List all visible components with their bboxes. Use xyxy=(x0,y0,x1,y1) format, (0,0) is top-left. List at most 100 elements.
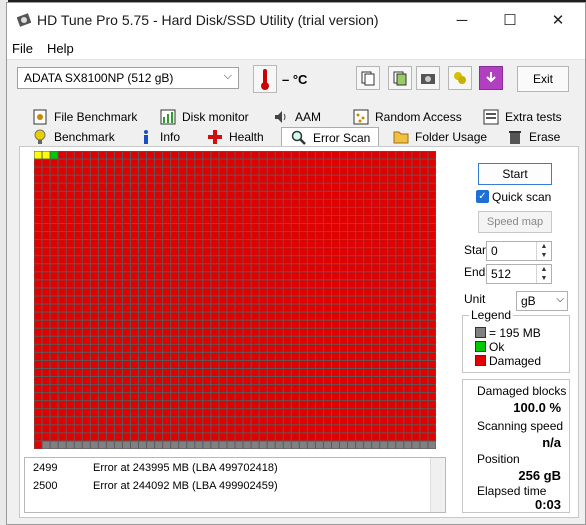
scan-block xyxy=(114,256,122,264)
scan-block xyxy=(243,248,251,256)
scan-block xyxy=(315,151,323,159)
scan-block xyxy=(42,256,50,264)
scan-block xyxy=(235,240,243,248)
close-button[interactable]: ✕ xyxy=(535,3,581,37)
scan-block xyxy=(259,232,267,240)
scan-block xyxy=(58,240,66,248)
scan-block xyxy=(275,183,283,191)
scan-block xyxy=(396,151,404,159)
scan-block xyxy=(211,320,219,328)
minimize-button[interactable]: ─ xyxy=(439,3,485,37)
scan-block xyxy=(50,360,58,368)
scan-block xyxy=(420,280,428,288)
scan-block xyxy=(66,425,74,433)
scan-block xyxy=(139,360,147,368)
end-field[interactable]: 512 ▲ ▼ xyxy=(486,264,552,284)
copy-screenshot-button[interactable] xyxy=(388,66,412,90)
scan-block xyxy=(235,360,243,368)
copy-info-button[interactable] xyxy=(356,66,380,90)
error-log-list[interactable]: 2499 Error at 243995 MB (LBA 499702418) … xyxy=(24,457,446,513)
scan-block xyxy=(155,183,163,191)
scan-block xyxy=(106,183,114,191)
drive-select[interactable]: ADATA SX8100NP (512 gB) ⌵ xyxy=(17,67,239,89)
scan-block xyxy=(114,352,122,360)
start-field[interactable]: 0 ▲ ▼ xyxy=(486,241,552,261)
scan-block xyxy=(267,352,275,360)
exit-button[interactable]: Exit xyxy=(517,66,569,92)
scan-block xyxy=(364,360,372,368)
scan-block xyxy=(372,304,380,312)
tab-health[interactable]: Health xyxy=(207,127,264,147)
tab-disk-monitor[interactable]: Disk monitor xyxy=(160,107,249,127)
scan-block xyxy=(211,256,219,264)
scan-block xyxy=(187,360,195,368)
scan-block xyxy=(42,360,50,368)
scan-block xyxy=(299,336,307,344)
scan-block xyxy=(155,207,163,215)
scan-block xyxy=(275,248,283,256)
scan-block xyxy=(187,320,195,328)
scan-block xyxy=(364,151,372,159)
scan-block xyxy=(380,433,388,441)
spin-arrows-icon[interactable]: ▲ ▼ xyxy=(536,242,551,260)
tab-aam[interactable]: AAM xyxy=(273,107,321,127)
scan-block xyxy=(428,360,436,368)
scan-block xyxy=(307,256,315,264)
scan-block xyxy=(98,344,106,352)
scan-block xyxy=(307,417,315,425)
save-button[interactable] xyxy=(479,66,503,90)
screenshot-button[interactable] xyxy=(416,66,440,90)
tab-info[interactable]: Info xyxy=(138,127,180,147)
scan-block xyxy=(275,385,283,393)
scan-block xyxy=(195,223,203,232)
scan-block xyxy=(283,248,291,256)
scan-block xyxy=(372,248,380,256)
menu-file[interactable]: File xyxy=(12,41,33,56)
scan-block xyxy=(227,256,235,264)
menu-help[interactable]: Help xyxy=(47,41,74,56)
maximize-button[interactable]: ☐ xyxy=(487,3,533,37)
scan-block xyxy=(291,215,299,223)
start-button[interactable]: Start xyxy=(478,163,552,185)
scan-block xyxy=(171,159,179,167)
tab-extra-tests[interactable]: Extra tests xyxy=(483,107,562,127)
quick-scan-checkbox[interactable]: ✓ xyxy=(476,190,489,203)
scan-block xyxy=(267,223,275,232)
scan-block xyxy=(90,151,98,159)
tab-benchmark[interactable]: Benchmark xyxy=(32,127,115,147)
unscanned-swatch xyxy=(475,327,486,338)
scan-block xyxy=(340,223,348,232)
speed-map-button[interactable]: Speed map xyxy=(478,211,552,233)
scan-block xyxy=(348,183,356,191)
scan-block xyxy=(267,385,275,393)
scan-block xyxy=(251,328,259,336)
scan-block xyxy=(283,288,291,296)
scan-block xyxy=(147,183,155,191)
scan-block xyxy=(275,344,283,352)
scan-block xyxy=(396,425,404,433)
scan-block xyxy=(307,288,315,296)
tab-folder-usage[interactable]: Folder Usage xyxy=(393,127,487,147)
scan-block xyxy=(82,336,90,344)
log-scrollbar[interactable] xyxy=(430,458,445,512)
scan-block xyxy=(163,441,171,449)
scan-block xyxy=(171,215,179,223)
scan-block xyxy=(412,199,420,207)
tab-erase[interactable]: Erase xyxy=(507,127,560,147)
scan-block xyxy=(58,401,66,409)
scan-block xyxy=(283,417,291,425)
options-button[interactable] xyxy=(448,66,472,90)
tab-file-benchmark[interactable]: File Benchmark xyxy=(32,107,137,127)
scan-block xyxy=(323,336,331,344)
scan-block xyxy=(348,280,356,288)
scan-block xyxy=(82,223,90,232)
scan-block xyxy=(74,183,82,191)
scan-block xyxy=(404,191,412,199)
unit-select[interactable]: gB ⌵ xyxy=(516,291,568,311)
scan-block xyxy=(356,248,364,256)
tab-random-access[interactable]: Random Access xyxy=(353,107,462,127)
scan-block xyxy=(267,215,275,223)
spin-arrows-icon[interactable]: ▲ ▼ xyxy=(536,265,551,283)
scan-block xyxy=(291,248,299,256)
tab-error-scan[interactable]: Error Scan xyxy=(281,127,379,147)
